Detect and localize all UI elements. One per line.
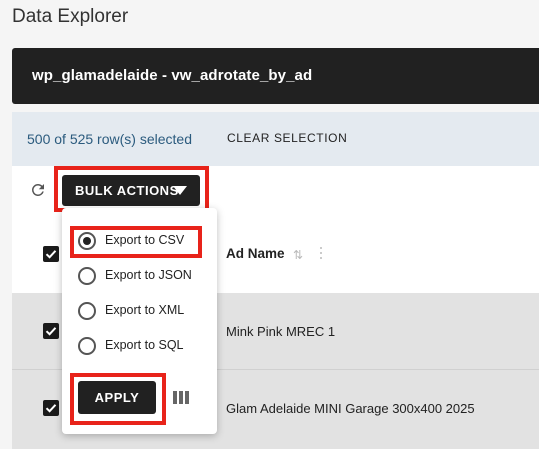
row-checkbox[interactable] xyxy=(43,323,59,339)
cell-ad-name: Mink Pink MREC 1 xyxy=(226,324,336,339)
option-label: Export to SQL xyxy=(105,338,184,352)
select-all-checkbox[interactable] xyxy=(43,246,59,262)
refresh-icon[interactable] xyxy=(29,181,47,199)
apply-button[interactable]: APPLY xyxy=(78,381,156,414)
option-label: Export to XML xyxy=(105,303,185,317)
column-header-ad-name[interactable]: Ad Name xyxy=(226,246,285,261)
selection-bar: 500 of 525 row(s) selected CLEAR SELECTI… xyxy=(12,112,539,166)
check-icon xyxy=(45,250,57,259)
option-label: Export to JSON xyxy=(105,268,192,282)
table-header-bar: wp_glamadelaide - vw_adrotate_by_ad xyxy=(12,48,539,104)
caret-down-icon xyxy=(173,186,187,195)
selection-count: 500 of 525 row(s) selected xyxy=(27,131,192,147)
sort-icon[interactable]: ⇅ xyxy=(293,248,303,262)
check-icon xyxy=(45,327,57,336)
cell-ad-name: Glam Adelaide MINI Garage 300x400 2025 xyxy=(226,401,475,416)
clear-selection-button[interactable]: CLEAR SELECTION xyxy=(227,131,347,145)
column-menu-icon[interactable] xyxy=(318,247,324,263)
table-name: wp_glamadelaide - vw_adrotate_by_ad xyxy=(32,67,313,84)
check-icon xyxy=(45,404,57,413)
radio-icon[interactable] xyxy=(78,302,96,320)
radio-icon[interactable] xyxy=(78,337,96,355)
columns-icon[interactable] xyxy=(173,391,189,404)
radio-icon[interactable] xyxy=(78,267,96,285)
csv-option-highlight xyxy=(70,226,202,258)
row-checkbox[interactable] xyxy=(43,400,59,416)
bulk-actions-label: BULK ACTIONS xyxy=(75,183,179,198)
bulk-actions-button[interactable]: BULK ACTIONS xyxy=(62,175,200,206)
page-title: Data Explorer xyxy=(12,6,129,27)
